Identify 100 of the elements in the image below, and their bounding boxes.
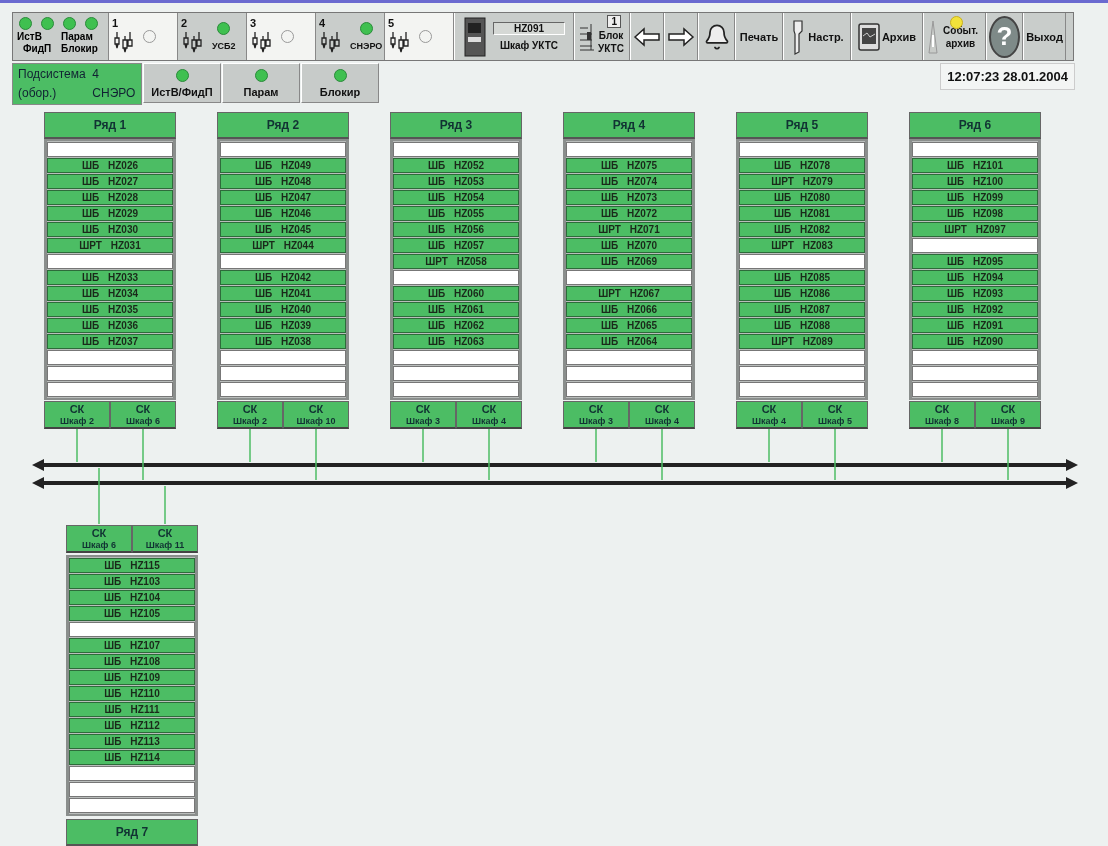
cabinet-slot[interactable]: ШБ HZ066 (566, 302, 692, 317)
controller-node[interactable]: СК Шкаф 2 (44, 401, 110, 429)
cabinet-slot[interactable]: ШБ HZ078 (739, 158, 865, 173)
subsystem-button[interactable]: 5 (385, 13, 454, 60)
controller-node[interactable]: СК Шкаф 6 (66, 525, 132, 553)
cabinet-slot[interactable]: ШБ HZ095 (912, 254, 1038, 269)
block-button[interactable]: Блок УКТС 1 (574, 13, 630, 60)
cabinet-slot[interactable]: ШБ HZ054 (393, 190, 519, 205)
controller-node[interactable]: СК Шкаф 11 (132, 525, 198, 553)
cabinet-slot[interactable]: ШБ HZ085 (739, 270, 865, 285)
controller-node[interactable]: СК Шкаф 3 (563, 401, 629, 429)
print-button[interactable]: Печать (735, 13, 783, 60)
cabinet-slot[interactable]: ШБ HZ052 (393, 158, 519, 173)
cabinet-slot[interactable]: ШБ HZ092 (912, 302, 1038, 317)
archive-button[interactable]: Архив (851, 13, 923, 60)
cabinet-slot[interactable]: ШБ HZ038 (220, 334, 346, 349)
cabinet-slot[interactable]: ШРТ HZ058 (393, 254, 519, 269)
cabinet-slot[interactable]: ШБ HZ064 (566, 334, 692, 349)
controller-node[interactable]: СК Шкаф 4 (736, 401, 802, 429)
controller-node[interactable]: СК Шкаф 6 (110, 401, 176, 429)
cabinet-slot[interactable]: ШБ HZ060 (393, 286, 519, 301)
cabinet-slot[interactable]: ШБ HZ110 (69, 686, 195, 701)
forward-button[interactable] (664, 13, 698, 60)
cabinet-slot[interactable]: ШБ HZ055 (393, 206, 519, 221)
cabinet-slot[interactable]: ШРТ HZ067 (566, 286, 692, 301)
controller-node[interactable]: СК Шкаф 5 (802, 401, 868, 429)
cabinet-slot[interactable]: ШБ HZ040 (220, 302, 346, 317)
controller-node[interactable]: СК Шкаф 4 (456, 401, 522, 429)
controller-node[interactable]: СК Шкаф 2 (217, 401, 283, 429)
cabinet-slot[interactable]: ШРТ HZ079 (739, 174, 865, 189)
cabinet-slot[interactable]: ШБ HZ027 (47, 174, 173, 189)
cabinet-slot[interactable]: ШБ HZ033 (47, 270, 173, 285)
cabinet-slot[interactable]: ШБ HZ036 (47, 318, 173, 333)
controller-node[interactable]: СК Шкаф 4 (629, 401, 695, 429)
cabinet-slot[interactable]: ШБ HZ074 (566, 174, 692, 189)
cabinet-slot[interactable]: ШБ HZ048 (220, 174, 346, 189)
cabinet-slot[interactable]: ШБ HZ056 (393, 222, 519, 237)
cabinet-slot[interactable]: ШБ HZ091 (912, 318, 1038, 333)
cabinet-slot[interactable]: ШБ HZ080 (739, 190, 865, 205)
cabinet-slot[interactable]: ШБ HZ042 (220, 270, 346, 285)
cabinet-slot[interactable]: ШБ HZ035 (47, 302, 173, 317)
cabinet-slot[interactable]: ШБ HZ103 (69, 574, 195, 589)
cabinet-slot[interactable]: ШБ HZ028 (47, 190, 173, 205)
cabinet-slot[interactable]: ШБ HZ100 (912, 174, 1038, 189)
cabinet-slot[interactable]: ШБ HZ029 (47, 206, 173, 221)
cabinet-slot[interactable]: ШБ HZ115 (69, 558, 195, 573)
cabinet-slot[interactable]: ШБ HZ099 (912, 190, 1038, 205)
cabinet-slot[interactable]: ШБ HZ046 (220, 206, 346, 221)
controller-node[interactable]: СК Шкаф 9 (975, 401, 1041, 429)
view-tab[interactable]: Парам (222, 63, 300, 103)
cabinet-slot[interactable]: ШБ HZ037 (47, 334, 173, 349)
cabinet-slot[interactable]: ШБ HZ057 (393, 238, 519, 253)
cabinet-slot[interactable]: ШБ HZ045 (220, 222, 346, 237)
cabinet-slot[interactable]: ШБ HZ034 (47, 286, 173, 301)
cabinet-slot[interactable]: ШБ HZ088 (739, 318, 865, 333)
cabinet-slot[interactable]: ШБ HZ030 (47, 222, 173, 237)
event-archive-button[interactable]: Событ. архив (923, 13, 986, 60)
cabinet-slot[interactable]: ШБ HZ061 (393, 302, 519, 317)
view-tab[interactable]: Блокир (301, 63, 379, 103)
cabinet-slot[interactable]: ШРТ HZ089 (739, 334, 865, 349)
cabinet-slot[interactable]: ШБ HZ086 (739, 286, 865, 301)
controller-node[interactable]: СК Шкаф 10 (283, 401, 349, 429)
cabinet-slot[interactable]: ШБ HZ063 (393, 334, 519, 349)
cabinet-slot[interactable]: ШБ HZ114 (69, 750, 195, 765)
cabinet-slot[interactable]: ШБ HZ073 (566, 190, 692, 205)
cabinet-slot[interactable]: ШРТ HZ097 (912, 222, 1038, 237)
cabinet-slot[interactable]: ШБ HZ090 (912, 334, 1038, 349)
help-button[interactable]: ? (986, 13, 1023, 60)
cabinet-slot[interactable]: ШБ HZ112 (69, 718, 195, 733)
cabinet-slot[interactable]: ШБ HZ111 (69, 702, 195, 717)
cabinet-slot[interactable]: ШБ HZ109 (69, 670, 195, 685)
cabinet-slot[interactable]: ШБ HZ026 (47, 158, 173, 173)
cabinet-slot[interactable]: ШРТ HZ083 (739, 238, 865, 253)
view-tab[interactable]: ИстВ/ФидП (143, 63, 221, 103)
controller-node[interactable]: СК Шкаф 8 (909, 401, 975, 429)
cabinet-slot[interactable]: ШБ HZ072 (566, 206, 692, 221)
cabinet-slot[interactable]: ШБ HZ053 (393, 174, 519, 189)
cabinet-slot[interactable]: ШБ HZ108 (69, 654, 195, 669)
cabinet-slot[interactable]: ШБ HZ082 (739, 222, 865, 237)
cabinet-slot[interactable]: ШБ HZ041 (220, 286, 346, 301)
alarm-button[interactable] (698, 13, 735, 60)
exit-button[interactable]: Выход (1023, 13, 1066, 60)
subsystem-button[interactable]: 1 (109, 13, 178, 60)
cabinet-slot[interactable]: ШРТ HZ071 (566, 222, 692, 237)
cabinet-slot[interactable]: ШБ HZ087 (739, 302, 865, 317)
cabinet-slot[interactable]: ШБ HZ098 (912, 206, 1038, 221)
cabinet-slot[interactable]: ШБ HZ105 (69, 606, 195, 621)
cabinet-slot[interactable]: ШБ HZ075 (566, 158, 692, 173)
cabinet-slot[interactable]: ШБ HZ039 (220, 318, 346, 333)
cabinet-slot[interactable]: ШБ HZ094 (912, 270, 1038, 285)
cabinet-slot[interactable]: ШБ HZ104 (69, 590, 195, 605)
cabinet-slot[interactable]: ШБ HZ047 (220, 190, 346, 205)
cabinet-slot[interactable]: ШБ HZ113 (69, 734, 195, 749)
cabinet-button[interactable]: HZ091 Шкаф УКТС (454, 13, 574, 60)
cabinet-slot[interactable]: ШБ HZ093 (912, 286, 1038, 301)
back-button[interactable] (630, 13, 664, 60)
cabinet-slot[interactable]: ШБ HZ069 (566, 254, 692, 269)
cabinet-slot[interactable]: ШБ HZ049 (220, 158, 346, 173)
cabinet-slot[interactable]: ШБ HZ062 (393, 318, 519, 333)
cabinet-slot[interactable]: ШБ HZ107 (69, 638, 195, 653)
